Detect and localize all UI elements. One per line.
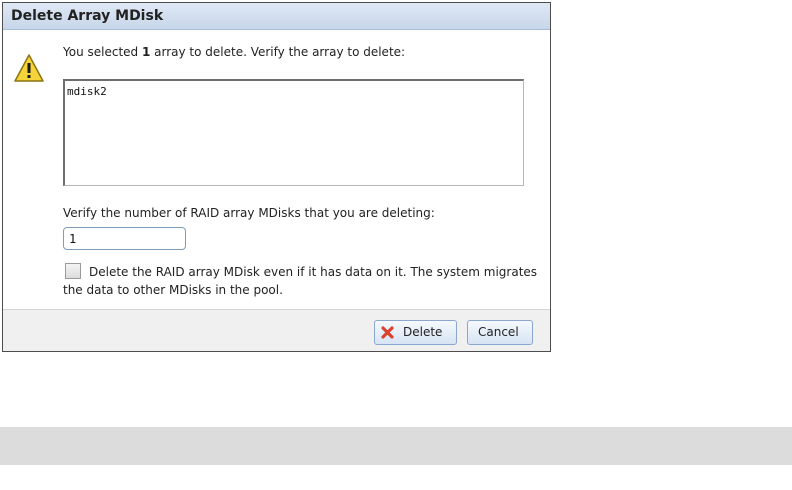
dialog-footer: Delete Cancel xyxy=(3,309,550,351)
force-delete-checkbox[interactable] xyxy=(65,263,81,279)
page: Delete Array MDisk You selected 1 array … xyxy=(0,0,792,490)
verify-count-input[interactable] xyxy=(63,227,186,250)
selection-message: You selected 1 array to delete. Verify t… xyxy=(63,45,405,59)
delete-button-label: Delete xyxy=(403,325,443,339)
list-item[interactable]: mdisk2 xyxy=(67,85,107,98)
verify-count-label: Verify the number of RAID array MDisks t… xyxy=(63,206,435,220)
cancel-button[interactable]: Cancel xyxy=(467,320,533,345)
message-suffix: array to delete. Verify the array to del… xyxy=(150,45,406,59)
cancel-button-label: Cancel xyxy=(478,325,519,339)
array-list[interactable]: mdisk2 xyxy=(63,79,524,186)
warning-icon xyxy=(14,54,44,82)
bottom-band xyxy=(0,427,792,465)
force-delete-label: Delete the RAID array MDisk even if it h… xyxy=(63,265,538,297)
delete-array-mdisk-dialog: Delete Array MDisk You selected 1 array … xyxy=(2,2,551,352)
delete-x-icon xyxy=(381,326,394,339)
dialog-titlebar: Delete Array MDisk xyxy=(3,3,550,30)
dialog-title: Delete Array MDisk xyxy=(11,8,164,24)
delete-button[interactable]: Delete xyxy=(374,320,457,345)
message-prefix: You selected xyxy=(63,45,142,59)
